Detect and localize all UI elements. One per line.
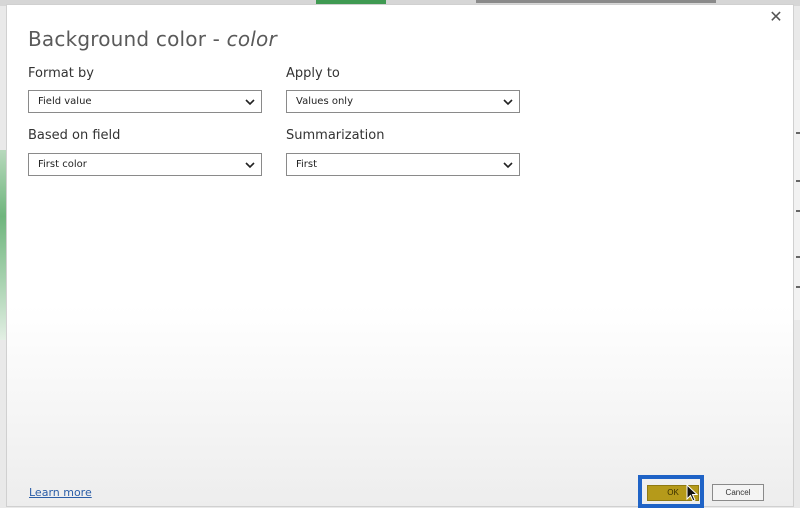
based-on-field-dropdown[interactable]: First color	[28, 153, 262, 176]
apply-to-label: Apply to	[286, 66, 340, 81]
background-table-right	[794, 60, 800, 320]
dialog-title-field: color	[226, 27, 277, 51]
format-by-label: Format by	[28, 66, 94, 81]
background-gray-bar	[476, 0, 716, 3]
apply-to-value: Values only	[296, 96, 354, 107]
summarization-value: First	[296, 159, 318, 170]
dialog-title: Background color - color	[28, 27, 277, 51]
apply-to-dropdown[interactable]: Values only	[286, 90, 520, 113]
format-by-dropdown[interactable]: Field value	[28, 90, 262, 113]
chevron-down-icon	[245, 99, 255, 106]
background-color-dialog: Background color - color ✕ Format by Fie…	[6, 4, 794, 508]
mouse-cursor-icon	[686, 484, 698, 502]
based-on-field-label: Based on field	[28, 128, 121, 143]
learn-more-link[interactable]: Learn more	[29, 486, 92, 499]
based-on-field-value: First color	[38, 159, 87, 170]
close-button[interactable]: ✕	[767, 9, 785, 27]
chevron-down-icon	[503, 99, 513, 106]
chevron-down-icon	[245, 162, 255, 169]
summarization-dropdown[interactable]: First	[286, 153, 520, 176]
cancel-button[interactable]: Cancel	[712, 484, 764, 501]
close-icon: ✕	[769, 9, 783, 26]
format-by-value: Field value	[38, 96, 92, 107]
chevron-down-icon	[503, 162, 513, 169]
summarization-label: Summarization	[286, 128, 385, 143]
